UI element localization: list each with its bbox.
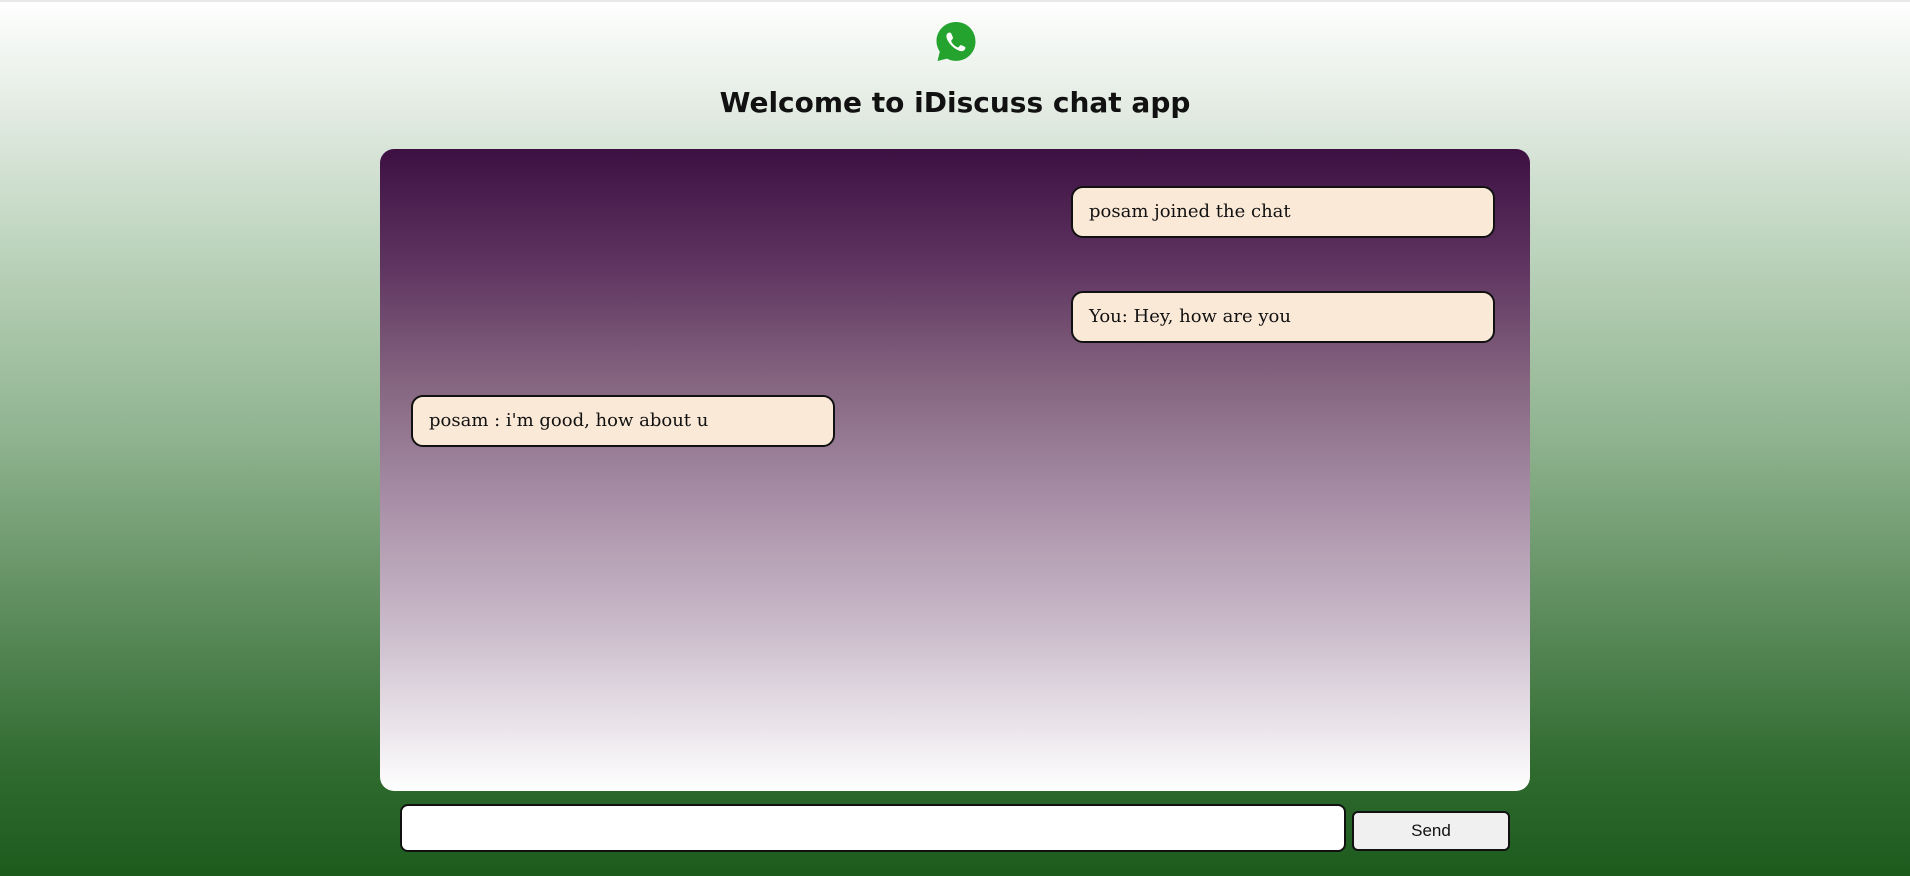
chat-message: posam : i'm good, how about u bbox=[411, 395, 835, 447]
chat-container: posam joined the chat You: Hey, how are … bbox=[380, 149, 1530, 791]
chat-message: You: Hey, how are you bbox=[1071, 291, 1495, 343]
whatsapp-icon bbox=[934, 20, 978, 64]
chat-message: posam joined the chat bbox=[1071, 186, 1495, 238]
message-input[interactable] bbox=[400, 804, 1346, 852]
top-divider bbox=[0, 0, 1910, 2]
page-title: Welcome to iDiscuss chat app bbox=[719, 86, 1191, 119]
send-button[interactable]: Send bbox=[1352, 811, 1510, 851]
